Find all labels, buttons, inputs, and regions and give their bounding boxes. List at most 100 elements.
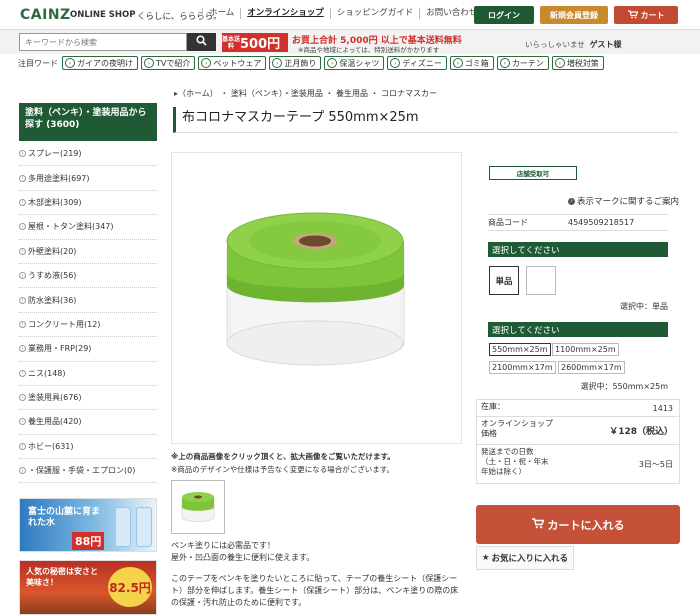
- desc-line-1: ペンキ塗りには必需品です！: [171, 541, 275, 550]
- category-item[interactable]: › ホビー(631): [19, 435, 157, 460]
- star-icon: ★: [481, 553, 490, 563]
- image-notes: ※上の商品画像をクリック頂くと、拡大画像をご覧いただけます。 ※商品のデザインや…: [171, 450, 395, 476]
- keyword-chip[interactable]: › カーテン: [496, 56, 549, 70]
- product-description-lead: ペンキ塗りには必需品です！ 屋外・凹凸面の養生に便利に使えます。: [171, 540, 466, 564]
- category-item[interactable]: › 木部塗料(309): [19, 191, 157, 216]
- register-label: 新規会員登録: [550, 10, 598, 20]
- keyword-chip[interactable]: › ガイアの夜明け: [62, 56, 138, 70]
- category-item[interactable]: › 業務用・FRP(29): [19, 337, 157, 362]
- search-button[interactable]: [187, 33, 216, 51]
- chevron-right-icon: ›: [452, 58, 463, 68]
- chevron-right-icon: ›: [554, 58, 565, 68]
- login-button[interactable]: ログイン: [474, 6, 534, 24]
- product-code-row: 商品コード 4549509218517: [488, 214, 668, 231]
- add-to-cart-button[interactable]: カートに入れる: [476, 505, 680, 544]
- keyword-chip[interactable]: › TVで紹介: [141, 56, 196, 70]
- chevron-right-icon: ›: [19, 467, 26, 475]
- keyword-chip[interactable]: › ディズニー: [387, 56, 447, 70]
- chevron-right-icon: ›: [19, 345, 26, 353]
- welcome-label: いらっしゃいませ: [525, 40, 585, 49]
- nav-shopping-guide[interactable]: ショッピングガイド: [329, 8, 420, 19]
- cart-icon: [627, 9, 638, 21]
- breadcrumb[interactable]: ▸（ホーム） ・ 塗料（ペンキ）・塗装用品 ・ 養生用品 ・ コロナマスカー: [174, 88, 437, 99]
- keyword-chip[interactable]: › 増税対策: [551, 56, 604, 70]
- price-value: ￥128（税込）: [609, 427, 673, 437]
- product-thumbnail[interactable]: [171, 480, 225, 534]
- water-banner[interactable]: 富士の山麓に育まれた水 88円: [19, 498, 157, 552]
- product-description: このテープをペンキを塗りたいところに貼って、テープの養生シート（保護シート）部分…: [171, 574, 459, 607]
- category-list: › スプレー(219) › 多用途塗料(697) › 木部塗料(309) › 屋根・トタ…: [19, 142, 157, 484]
- add-to-favorites-button[interactable]: ★ お気に入りに入れる: [476, 546, 574, 570]
- category-item[interactable]: › 多用途塗料(697): [19, 166, 157, 191]
- option-single[interactable]: 単品: [489, 266, 519, 295]
- welcome-text: いらっしゃいませ ゲスト様: [525, 39, 622, 50]
- thumbnail-tape-image: [181, 492, 215, 522]
- chevron-right-icon: ›: [19, 296, 26, 304]
- keyword-text: 増税対策: [566, 58, 599, 68]
- shipping-banner[interactable]: 基本送料 500円 お買上合計 5,000円 以上で基本送料無料 ※商品や地域に…: [222, 33, 462, 54]
- keyword-text: ガイアの夜明け: [77, 58, 133, 68]
- category-item[interactable]: › 塗装用具(676): [19, 386, 157, 411]
- cainz-logo[interactable]: CAINZ: [20, 7, 71, 23]
- image-note-2: ※商品のデザインや仕様は予告なく変更になる場合がございます。: [171, 465, 395, 474]
- display-mark-link[interactable]: › 表示マークに関するご案内: [568, 195, 679, 207]
- login-label: ログイン: [488, 10, 520, 20]
- masking-tape-roll-image: [226, 212, 405, 366]
- category-label: ニス(148): [28, 368, 66, 378]
- keyword-chip[interactable]: › 保温シャツ: [324, 56, 385, 70]
- keyword-text: ディズニー: [402, 58, 442, 68]
- category-label: うすめ液(56): [28, 271, 77, 281]
- keyword-chip[interactable]: › ゴミ箱: [449, 56, 494, 70]
- category-label: 塗装用具(676): [28, 393, 82, 403]
- desc-line-2: 屋外・凹凸面の養生に便利に使えます。: [171, 553, 315, 562]
- water-bottle-image: [115, 507, 131, 547]
- select-heading-type: 選択してください: [488, 242, 668, 257]
- chevron-right-icon: ›: [19, 442, 26, 450]
- category-item[interactable]: › 外壁塗料(20): [19, 240, 157, 264]
- chevron-right-icon: ›: [19, 394, 26, 402]
- display-mark-label: 表示マークに関するご案内: [577, 197, 680, 207]
- category-item[interactable]: › 養生用品(420): [19, 410, 157, 435]
- cart-label: カート: [640, 10, 665, 20]
- category-item[interactable]: › コンクリート用(12): [19, 313, 157, 338]
- size-option-550x25[interactable]: 550mm×25m: [489, 343, 551, 356]
- category-label: スプレー(219): [28, 149, 82, 159]
- chevron-right-icon: ›: [272, 58, 283, 68]
- category-label: 多用途塗料(697): [28, 173, 90, 183]
- size-option-2100x17[interactable]: 2100mm×17m: [489, 361, 556, 374]
- price-row: オンラインショップ価格 ￥128（税込）: [477, 417, 679, 445]
- category-item[interactable]: › うすめ液(56): [19, 264, 157, 289]
- shipping-note: ※商品や地域によっては、特別送料がかかります: [298, 46, 440, 54]
- category-item[interactable]: › ・保護服・手袋・エプロン(0): [19, 459, 157, 484]
- category-item[interactable]: › 防水塗料(36): [19, 288, 157, 313]
- product-image[interactable]: [171, 152, 462, 444]
- breadcrumb-text: （ホーム） ・ 塗料（ペンキ）・塗装用品 ・ 養生用品 ・ コロナマスカー: [178, 89, 438, 98]
- chevron-right-icon: ›: [19, 369, 26, 377]
- keyword-text: ゴミ箱: [464, 58, 489, 68]
- search-input[interactable]: [19, 33, 187, 51]
- cart-button[interactable]: カート: [614, 6, 678, 24]
- keyword-chip[interactable]: › ペットウェア: [198, 56, 267, 70]
- option-blank[interactable]: [526, 266, 556, 295]
- size-option-1100x25[interactable]: 1100mm×25m: [552, 343, 619, 356]
- keyword-bar: 注目ワード › ガイアの夜明け › TVで紹介 › ペットウェア › 正月飾り › 保温シ…: [18, 55, 607, 71]
- cart-icon: [531, 517, 545, 532]
- chevron-right-icon: ›: [19, 418, 26, 426]
- stock-value: 1413: [652, 403, 673, 413]
- beer-banner[interactable]: 人気の秘密は安さと美味さ！ 82.5円: [19, 560, 157, 615]
- nav-home[interactable]: ホーム: [202, 8, 240, 19]
- size-option-2600x17[interactable]: 2600mm×17m: [558, 361, 625, 374]
- nav-online-shop[interactable]: オンラインショップ: [240, 8, 330, 19]
- shipping-days-value: 3日〜5日: [638, 459, 673, 469]
- select-heading-size: 選択してください: [488, 322, 668, 337]
- category-label: 木部塗料(309): [28, 197, 82, 207]
- category-item[interactable]: › 屋根・トタン塗料(347): [19, 215, 157, 240]
- keyword-chip[interactable]: › 正月飾り: [269, 56, 322, 70]
- beer-banner-price: 82.5円: [108, 567, 152, 607]
- category-item[interactable]: › ニス(148): [19, 362, 157, 386]
- category-item[interactable]: › スプレー(219): [19, 142, 157, 167]
- stock-row: 在庫： 1413: [477, 400, 679, 417]
- register-button[interactable]: 新規会員登録: [540, 6, 608, 24]
- product-info-table: 在庫： 1413 オンラインショップ価格 ￥128（税込） 発送までの日数（土・…: [476, 399, 680, 484]
- keyword-text: カーテン: [511, 58, 544, 68]
